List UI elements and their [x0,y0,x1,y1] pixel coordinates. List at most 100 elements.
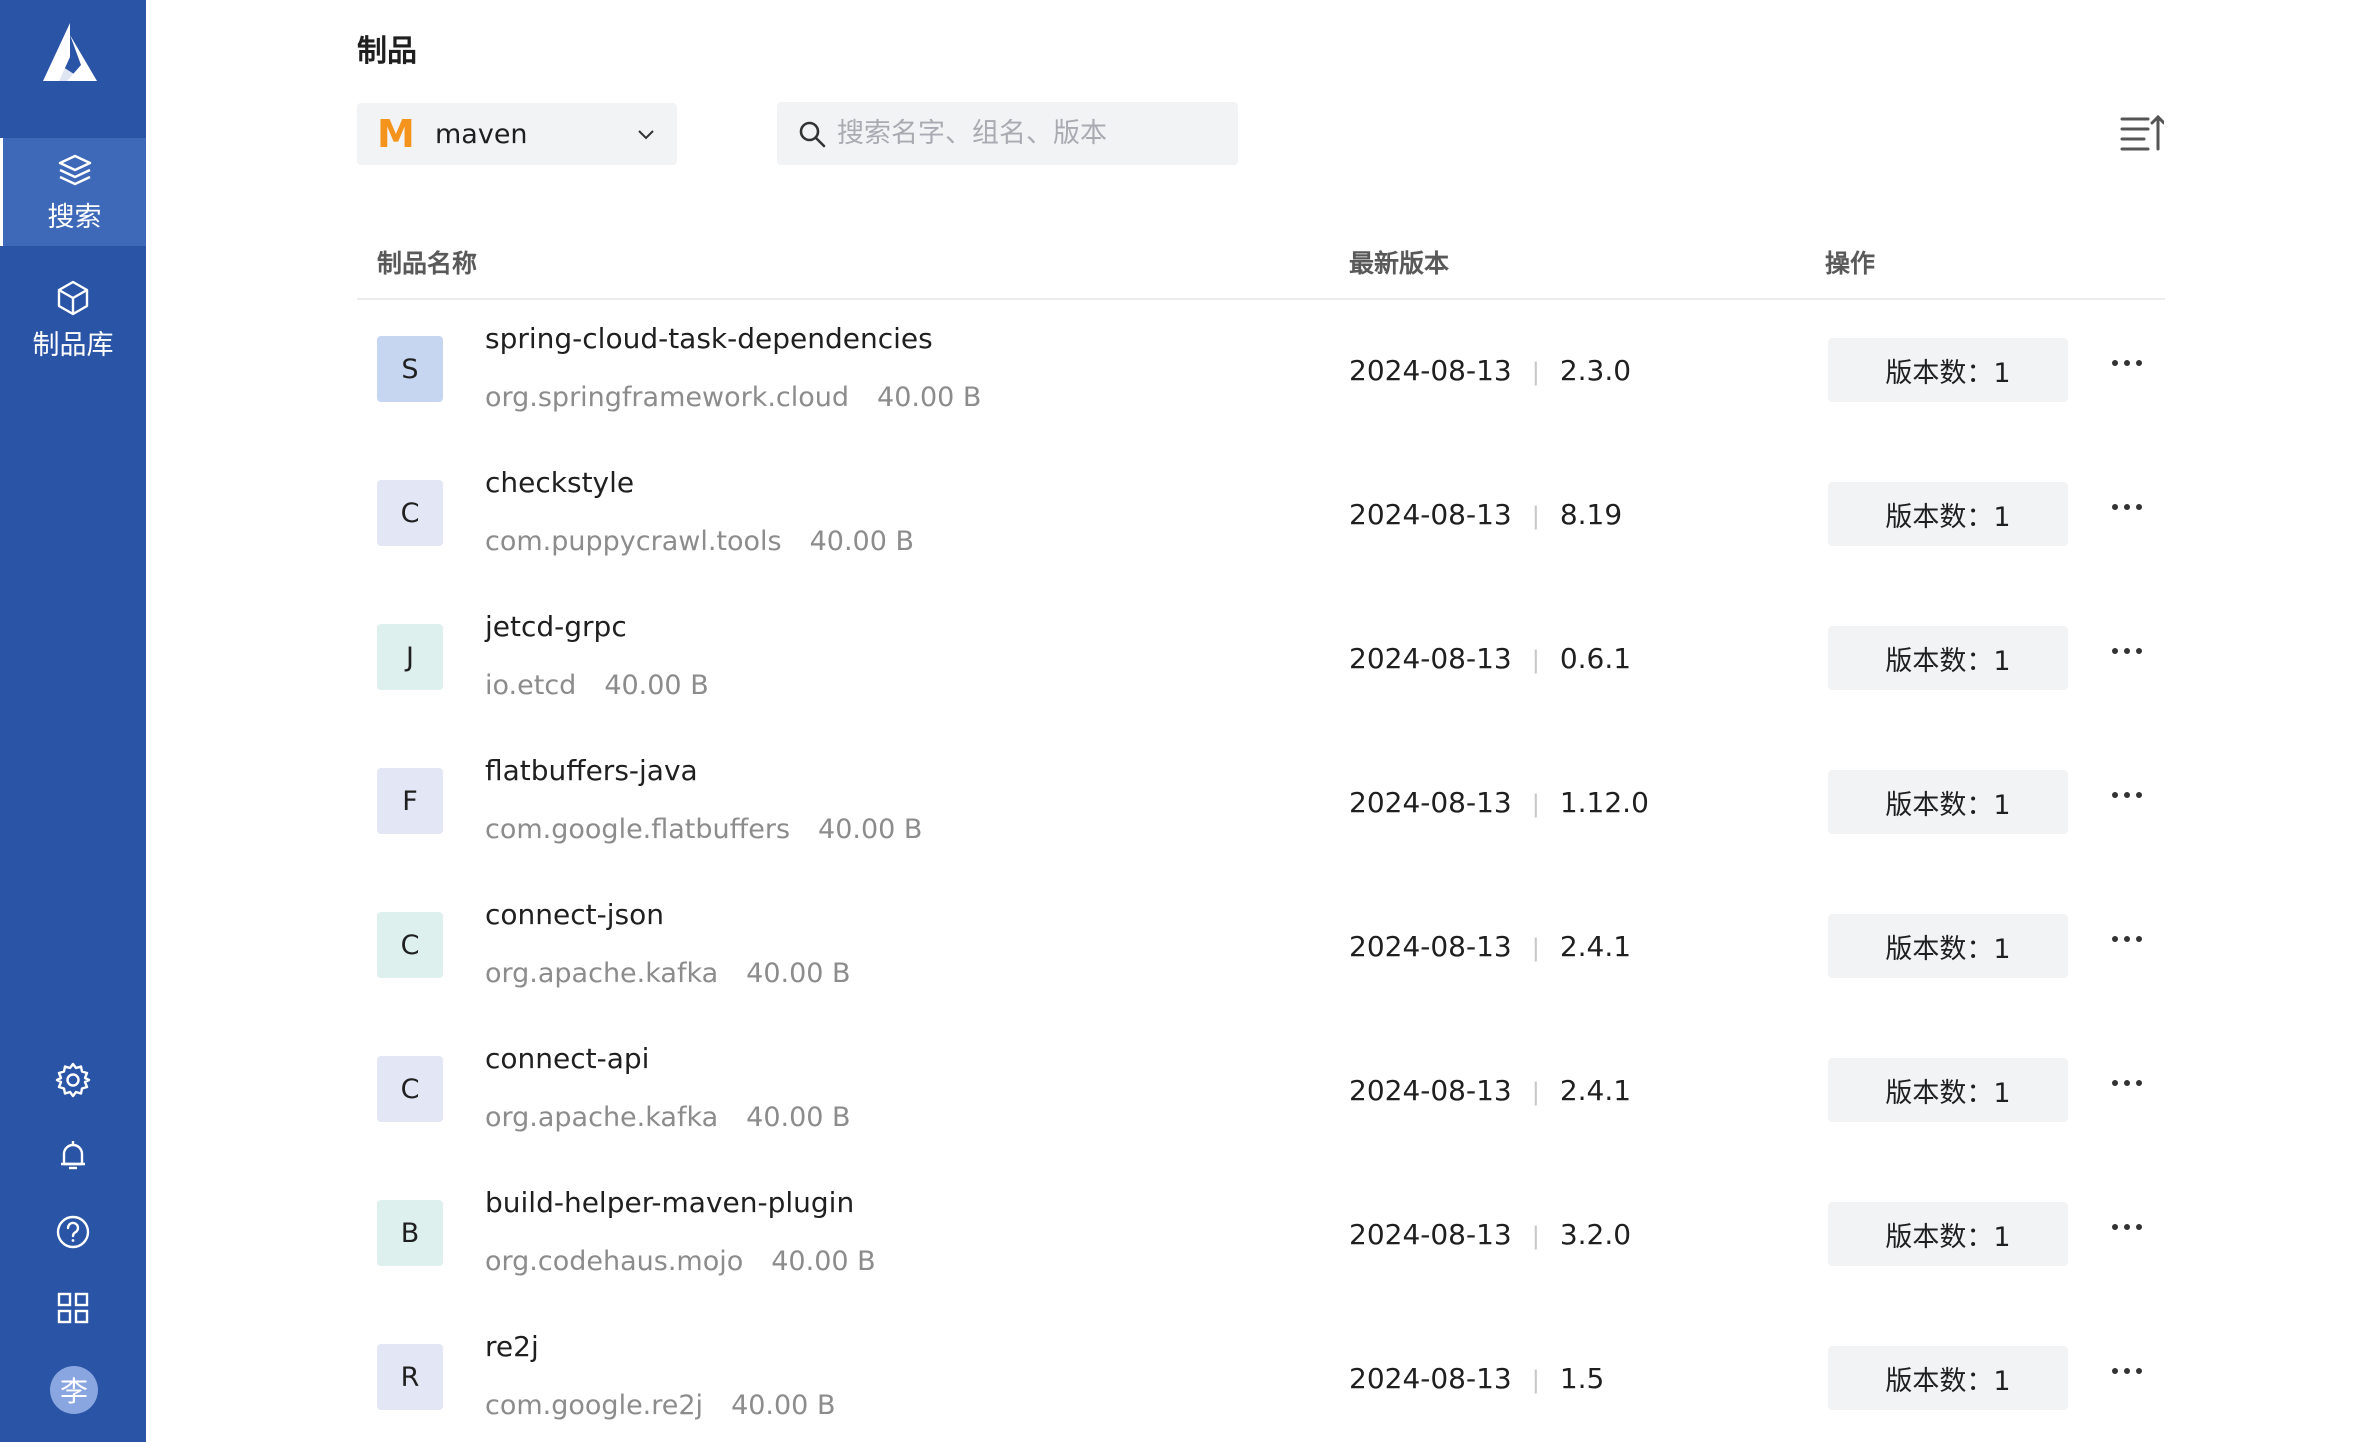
latest-version: 2024-08-13 | 2.3.0 [1349,354,1631,387]
latest-version-date: 2024-08-13 [1349,1074,1512,1107]
separator: | [1531,502,1540,530]
search-box [777,102,1238,165]
separator: | [1531,1222,1540,1250]
gear-icon [55,1062,91,1098]
sort-icon[interactable] [2118,113,2164,155]
settings-button[interactable] [53,1060,93,1100]
artifact-size: 40.00 B [746,1102,851,1133]
artifact-group: com.google.re2j [485,1390,704,1421]
column-header-action: 操作 [1825,249,1876,278]
artifact-initial-badge: C [377,912,443,978]
more-horizontal-icon[interactable] [2107,636,2147,666]
help-icon [56,1215,90,1249]
table-row[interactable]: F flatbuffers-java com.google.flatbuffer… [357,732,2165,876]
more-horizontal-icon[interactable] [2107,1068,2147,1098]
artifact-group: com.google.flatbuffers [485,814,791,845]
avatar[interactable]: 李 [50,1366,98,1414]
apps-button[interactable] [53,1288,93,1328]
table-row[interactable]: B build-helper-maven-plugin org.codehaus… [357,1164,2165,1308]
latest-version: 2024-08-13 | 0.6.1 [1349,642,1631,675]
artifact-name[interactable]: connect-json [485,898,664,931]
latest-version-number: 8.19 [1559,498,1623,531]
separator: | [1531,1078,1540,1106]
version-count-button[interactable]: 版本数：1 [1828,626,2068,690]
search-input[interactable] [837,118,1217,149]
artifact-size: 40.00 B [809,526,915,557]
nav-item-search[interactable]: 搜索 [0,138,146,246]
artifact-initial-badge: J [377,624,443,690]
more-horizontal-icon[interactable] [2107,1212,2147,1242]
latest-version-number: 3.2.0 [1559,1218,1632,1251]
artifact-name[interactable]: jetcd-grpc [485,610,627,643]
table-row[interactable]: C checkstyle com.puppycrawl.tools 40.00 B… [357,444,2165,588]
latest-version-number: 2.4.1 [1559,930,1632,963]
table-row[interactable]: R re2j com.google.re2j 40.00 B 2024-08-13… [357,1308,2165,1442]
artifact-name[interactable]: checkstyle [485,466,634,499]
artifact-initial-badge: C [377,480,443,546]
column-header-name: 制品名称 [377,249,478,278]
repository-type-select[interactable]: M maven [357,103,677,165]
artifact-size: 40.00 B [877,382,982,413]
artifact-meta: com.google.flatbuffers 40.00 B [485,814,922,845]
table-row[interactable]: S spring-cloud-task-dependencies org.spr… [357,300,2165,444]
version-count-button[interactable]: 版本数：1 [1828,1202,2068,1266]
artifact-name[interactable]: flatbuffers-java [485,754,698,787]
table-row[interactable]: C connect-json org.apache.kafka 40.00 B 2… [357,876,2165,1020]
more-horizontal-icon[interactable] [2107,348,2147,378]
page-title: 制品 [357,34,417,69]
table-row[interactable]: C connect-api org.apache.kafka 40.00 B 20… [357,1020,2165,1164]
nav-label: 搜索 [47,201,102,233]
artifact-meta: org.springframework.cloud 40.00 B [485,382,981,413]
artifact-name[interactable]: spring-cloud-task-dependencies [485,322,933,355]
layers-icon [58,154,91,185]
help-button[interactable] [53,1212,93,1252]
artifact-size: 40.00 B [731,1390,836,1421]
artifact-meta: com.google.re2j 40.00 B [485,1390,835,1421]
latest-version-date: 2024-08-13 [1349,786,1512,819]
artifact-name[interactable]: re2j [485,1330,539,1363]
latest-version-date: 2024-08-13 [1349,354,1512,387]
version-count-button[interactable]: 版本数：1 [1828,482,2068,546]
more-horizontal-icon[interactable] [2107,492,2147,522]
artifact-group: com.puppycrawl.tools [485,526,782,557]
artifact-group: org.springframework.cloud [485,382,850,413]
artifact-group: org.apache.kafka [485,1102,719,1133]
artifact-size: 40.00 B [771,1246,876,1277]
artifact-initial-badge: F [377,768,443,834]
artifact-name[interactable]: connect-api [485,1042,649,1075]
latest-version: 2024-08-13 | 1.5 [1349,1362,1604,1395]
apps-grid-icon [57,1292,89,1324]
artifact-group: io.etcd [485,670,577,701]
latest-version: 2024-08-13 | 2.4.1 [1349,1074,1631,1107]
latest-version: 2024-08-13 | 8.19 [1349,498,1622,531]
latest-version: 2024-08-13 | 1.12.0 [1349,786,1649,819]
version-count-button[interactable]: 版本数：1 [1828,338,2068,402]
repository-type-value: maven [435,118,528,150]
nav-item-repositories[interactable]: 制品库 [0,266,146,374]
table-row[interactable]: J jetcd-grpc io.etcd 40.00 B 2024-08-13 | 0… [357,588,2165,732]
artifact-group: org.apache.kafka [485,958,719,989]
artifact-meta: org.apache.kafka 40.00 B [485,1102,851,1133]
artifact-name[interactable]: build-helper-maven-plugin [485,1186,854,1219]
table-header: 制品名称 最新版本 操作 [357,236,2165,300]
notifications-button[interactable] [53,1136,93,1176]
artifact-initial-badge: R [377,1344,443,1410]
latest-version-number: 2.3.0 [1559,354,1632,387]
latest-version-number: 1.5 [1559,1362,1605,1395]
latest-version-number: 0.6.1 [1559,642,1632,675]
more-horizontal-icon[interactable] [2107,780,2147,810]
latest-version: 2024-08-13 | 3.2.0 [1349,1218,1631,1251]
version-count-button[interactable]: 版本数：1 [1828,914,2068,978]
more-horizontal-icon[interactable] [2107,924,2147,954]
latest-version: 2024-08-13 | 2.4.1 [1349,930,1631,963]
search-icon [799,121,826,147]
artifact-group: org.codehaus.mojo [485,1246,744,1277]
version-count-button[interactable]: 版本数：1 [1828,1346,2068,1410]
bell-icon [61,1141,85,1170]
separator: | [1531,790,1540,818]
version-count-button[interactable]: 版本数：1 [1828,1058,2068,1122]
version-count-button[interactable]: 版本数：1 [1828,770,2068,834]
app-logo-icon[interactable] [37,21,103,87]
column-header-latest-version: 最新版本 [1349,249,1450,278]
more-horizontal-icon[interactable] [2107,1356,2147,1386]
